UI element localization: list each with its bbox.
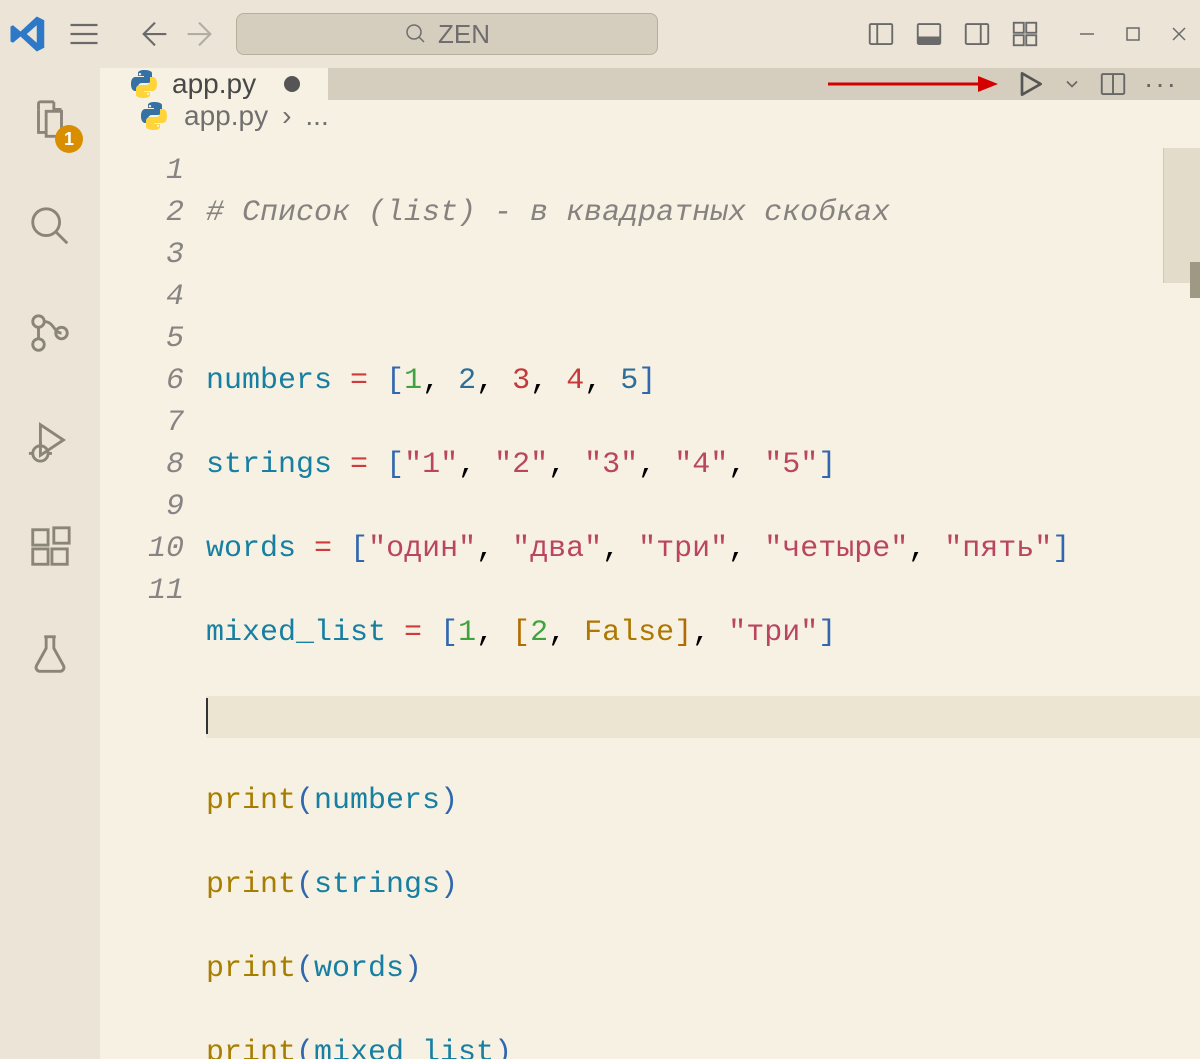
editor-tabs: app.py ··· xyxy=(100,68,1200,100)
line-number: 10 xyxy=(100,528,184,570)
line-number: 6 xyxy=(100,360,184,402)
command-center-search[interactable]: ZEN xyxy=(236,13,658,55)
testing-icon[interactable] xyxy=(27,631,73,682)
line-number: 11 xyxy=(100,570,184,612)
run-debug-icon[interactable] xyxy=(27,417,73,468)
layout-sidebar-left-icon[interactable] xyxy=(866,19,896,49)
layout-sidebar-right-icon[interactable] xyxy=(962,19,992,49)
line-number-gutter: 1 2 3 4 5 6 7 8 9 10 11 xyxy=(100,132,206,1059)
back-arrow-icon[interactable] xyxy=(138,17,172,51)
search-activity-icon[interactable] xyxy=(27,203,73,254)
search-text: ZEN xyxy=(438,19,490,50)
code-content: # Список (list) - в квадратных скобках n… xyxy=(206,132,1200,1059)
line-number: 5 xyxy=(100,318,184,360)
explorer-badge: 1 xyxy=(55,125,83,153)
code-comment: # Список (list) - в квадратных скобках xyxy=(206,196,890,230)
title-bar-right xyxy=(866,19,1192,49)
code-editor[interactable]: 1 2 3 4 5 6 7 8 9 10 11 # Список (list) … xyxy=(100,132,1200,1059)
code-token: numbers xyxy=(206,364,332,398)
window-maximize-icon[interactable] xyxy=(1124,25,1142,43)
line-number: 7 xyxy=(100,402,184,444)
tab-app-py[interactable]: app.py xyxy=(100,68,328,100)
split-editor-icon[interactable] xyxy=(1098,69,1128,99)
editor-actions: ··· xyxy=(828,68,1200,100)
line-number: 9 xyxy=(100,486,184,528)
line-number: 8 xyxy=(100,444,184,486)
line-number: 3 xyxy=(100,234,184,276)
nav-arrows xyxy=(138,17,216,51)
breadcrumb-rest: ... xyxy=(305,100,328,132)
forward-arrow-icon[interactable] xyxy=(182,17,216,51)
customize-layout-icon[interactable] xyxy=(1010,19,1040,49)
code-token: words xyxy=(206,532,296,566)
layout-panel-bottom-icon[interactable] xyxy=(914,19,944,49)
window-close-icon[interactable] xyxy=(1170,25,1188,43)
more-actions-icon[interactable]: ··· xyxy=(1144,68,1178,100)
search-icon xyxy=(404,22,428,46)
breadcrumb-separator-icon: › xyxy=(282,100,291,132)
annotation-arrow-icon xyxy=(828,72,998,96)
line-number: 1 xyxy=(100,150,184,192)
extensions-icon[interactable] xyxy=(27,524,73,575)
run-dropdown-icon[interactable] xyxy=(1062,74,1082,94)
line-number: 2 xyxy=(100,192,184,234)
title-bar: ZEN xyxy=(0,0,1200,68)
body-area: 1 app.py xyxy=(0,68,1200,1059)
window-minimize-icon[interactable] xyxy=(1078,25,1096,43)
text-cursor xyxy=(206,698,208,734)
dirty-indicator-icon xyxy=(284,76,300,92)
explorer-icon[interactable]: 1 xyxy=(27,96,73,147)
minimap-scroll-indicator[interactable] xyxy=(1190,262,1200,298)
breadcrumb[interactable]: app.py › ... xyxy=(100,100,1200,132)
code-token: strings xyxy=(206,448,332,482)
run-file-icon[interactable] xyxy=(1014,68,1046,100)
activity-bar: 1 xyxy=(0,68,100,1059)
vscode-logo-icon xyxy=(8,14,48,54)
code-token: mixed_list xyxy=(206,616,386,650)
window-controls xyxy=(1078,25,1188,43)
python-file-icon xyxy=(128,68,160,100)
main-column: app.py ··· app.py xyxy=(100,68,1200,1059)
python-breadcrumb-icon xyxy=(138,100,170,132)
line-number: 4 xyxy=(100,276,184,318)
source-control-icon[interactable] xyxy=(27,310,73,361)
tab-filename: app.py xyxy=(172,68,256,100)
breadcrumb-file: app.py xyxy=(184,100,268,132)
hamburger-menu-icon[interactable] xyxy=(56,10,112,58)
